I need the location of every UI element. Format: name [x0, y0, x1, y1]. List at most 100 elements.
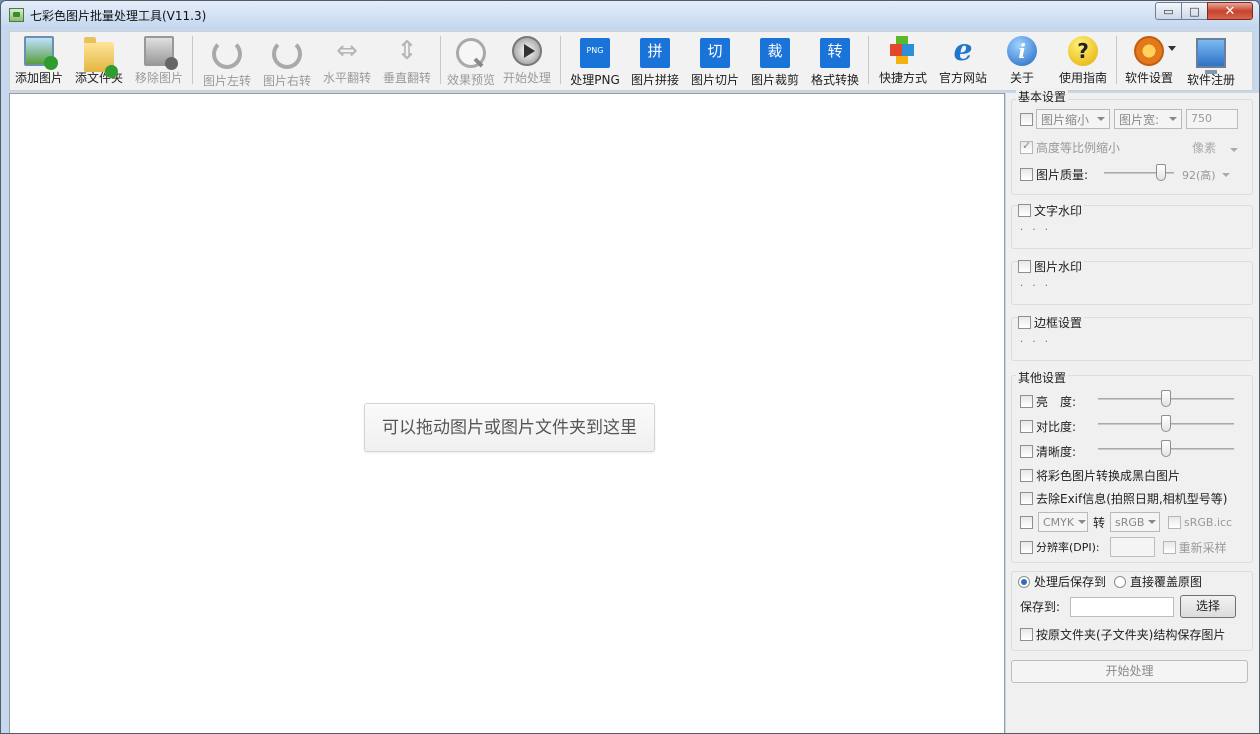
- chevron-down-icon: [1097, 117, 1105, 121]
- remove-exif-checkbox[interactable]: [1020, 492, 1033, 505]
- rotate-left-label: 图片左转: [202, 74, 251, 88]
- app-icon: [9, 8, 24, 22]
- dpi-checkbox[interactable]: [1020, 540, 1033, 554]
- border-label: 边框设置: [1034, 316, 1083, 330]
- website-button[interactable]: e 官方网站: [936, 34, 990, 88]
- resample-label: 重新采样: [1178, 540, 1227, 555]
- start-process-button[interactable]: 开始处理: [1011, 660, 1248, 683]
- border-expand[interactable]: · · ·: [1020, 337, 1051, 348]
- text-watermark-checkbox[interactable]: [1018, 204, 1031, 217]
- resize-mode-select[interactable]: 图片缩小: [1036, 109, 1110, 129]
- minimize-button[interactable]: ▭: [1155, 2, 1182, 20]
- border-checkbox[interactable]: [1018, 316, 1031, 329]
- text-watermark-expand[interactable]: · · ·: [1020, 225, 1051, 236]
- rotate-left-button[interactable]: 图片左转: [200, 34, 254, 88]
- resample-checkbox[interactable]: [1162, 540, 1176, 554]
- dpi-input[interactable]: [1109, 537, 1155, 557]
- overwrite-radio[interactable]: [1114, 575, 1127, 588]
- preview-label: 效果预览: [446, 73, 495, 87]
- maximize-button[interactable]: □: [1181, 2, 1208, 20]
- chevron-down-icon: [1221, 173, 1230, 177]
- image-watermark-label: 图片水印: [1034, 260, 1083, 274]
- sharpness-slider[interactable]: [1098, 440, 1234, 457]
- cmyk-source-select[interactable]: CMYK: [1038, 512, 1088, 532]
- chevron-down-icon: [1078, 520, 1087, 524]
- brightness-checkbox[interactable]: [1020, 395, 1033, 408]
- shortcut-button[interactable]: 快捷方式: [876, 34, 930, 88]
- slice-button[interactable]: 切图片切片: [688, 34, 742, 88]
- save-path-input[interactable]: [1070, 596, 1175, 617]
- unit-select[interactable]: 像素: [1192, 139, 1238, 156]
- browser-icon: e: [953, 33, 973, 68]
- sharpness-slider-thumb[interactable]: [1161, 440, 1171, 457]
- choose-folder-button[interactable]: 选择: [1180, 595, 1237, 618]
- sharpness-checkbox[interactable]: [1020, 445, 1033, 458]
- convert-button[interactable]: 转格式转换: [808, 34, 862, 88]
- srgb-icc-checkbox[interactable]: [1168, 515, 1182, 529]
- save-to-radio[interactable]: [1018, 575, 1030, 588]
- help-icon: ?: [1068, 36, 1098, 66]
- quality-slider[interactable]: [1104, 164, 1174, 181]
- settings-button[interactable]: 软件设置: [1122, 34, 1176, 88]
- flip-horizontal-button[interactable]: ⇔ 水平翻转: [320, 34, 374, 88]
- image-watermark-checkbox[interactable]: [1018, 260, 1031, 273]
- add-image-icon: [24, 36, 58, 70]
- grayscale-checkbox[interactable]: [1020, 469, 1033, 482]
- keep-structure-label: 按原文件夹(子文件夹)结构保存图片: [1036, 628, 1226, 642]
- brightness-slider-thumb[interactable]: [1161, 390, 1171, 407]
- about-button[interactable]: i 关于: [998, 34, 1046, 88]
- chevron-down-icon: [1148, 520, 1157, 524]
- settings-panel: 基本设置 图片缩小 图片宽: 750 高度等比例缩小 像素 图片质量: 92(高…: [1006, 88, 1259, 733]
- add-image-label: 添加图片: [14, 71, 63, 85]
- add-image-button[interactable]: 添加图片: [12, 34, 66, 88]
- gear-icon: [1134, 36, 1176, 66]
- help-button[interactable]: ? 使用指南: [1056, 34, 1110, 88]
- process-png-button[interactable]: PNG 处理PNG: [568, 34, 622, 88]
- contrast-checkbox[interactable]: [1020, 420, 1033, 433]
- quality-label: 图片质量:: [1036, 168, 1089, 182]
- convert-label: 格式转换: [810, 73, 859, 87]
- other-settings-title: 其他设置: [1016, 369, 1069, 386]
- rotate-right-button[interactable]: 图片右转: [260, 34, 314, 88]
- cmyk-to-label: 转: [1093, 515, 1106, 530]
- resize-by-select[interactable]: 图片宽:: [1114, 109, 1182, 129]
- start-toolbar-label: 开始处理: [502, 71, 551, 85]
- keep-structure-checkbox[interactable]: [1020, 628, 1033, 641]
- quality-checkbox[interactable]: [1020, 168, 1033, 181]
- close-button[interactable]: ✕: [1207, 2, 1253, 20]
- toolbar-separator: [440, 36, 441, 84]
- overwrite-label: 直接覆盖原图: [1130, 575, 1203, 589]
- crop-button[interactable]: 裁图片裁剪: [748, 34, 802, 88]
- save-to-label: 处理后保存到: [1034, 575, 1107, 589]
- remove-image-label: 移除图片: [134, 71, 183, 85]
- brightness-slider[interactable]: [1098, 390, 1234, 407]
- remove-image-button[interactable]: 移除图片: [132, 34, 186, 88]
- keep-ratio-checkbox[interactable]: [1020, 139, 1033, 154]
- register-button[interactable]: 软件注册: [1184, 34, 1238, 88]
- quality-value-select[interactable]: 92(高): [1182, 167, 1230, 183]
- cmyk-checkbox[interactable]: [1020, 515, 1033, 529]
- chevron-down-icon: [1169, 117, 1177, 121]
- add-folder-icon: [84, 37, 118, 78]
- stitch-icon: 拼: [640, 38, 670, 68]
- contrast-slider-thumb[interactable]: [1161, 415, 1171, 432]
- image-watermark-expand[interactable]: · · ·: [1020, 281, 1051, 292]
- stitch-button[interactable]: 拼图片拼接: [628, 34, 682, 88]
- quality-slider-thumb[interactable]: [1156, 164, 1166, 181]
- add-folder-button[interactable]: 添文件夹: [72, 34, 126, 88]
- drop-hint: 可以拖动图片或图片文件夹到这里: [364, 403, 655, 452]
- image-list-area[interactable]: 可以拖动图片或图片文件夹到这里: [9, 93, 1005, 733]
- flip-vertical-button[interactable]: ⇕ 垂直翻转: [380, 34, 434, 88]
- resize-checkbox[interactable]: [1020, 112, 1033, 126]
- toolbar-separator: [1116, 36, 1117, 84]
- cmyk-target-select[interactable]: sRGB: [1110, 512, 1161, 532]
- flip-vertical-label: 垂直翻转: [382, 71, 431, 85]
- preview-button[interactable]: 效果预览: [444, 34, 498, 88]
- save-path-label: 保存到:: [1020, 600, 1061, 614]
- monitor-icon: [1196, 38, 1226, 74]
- window-title: 七彩色图片批量处理工具(V11.3): [30, 9, 207, 23]
- resize-value-input[interactable]: 750: [1186, 109, 1238, 129]
- stitch-label: 图片拼接: [630, 73, 679, 87]
- contrast-slider[interactable]: [1098, 415, 1234, 432]
- start-toolbar-button[interactable]: 开始处理: [500, 34, 554, 88]
